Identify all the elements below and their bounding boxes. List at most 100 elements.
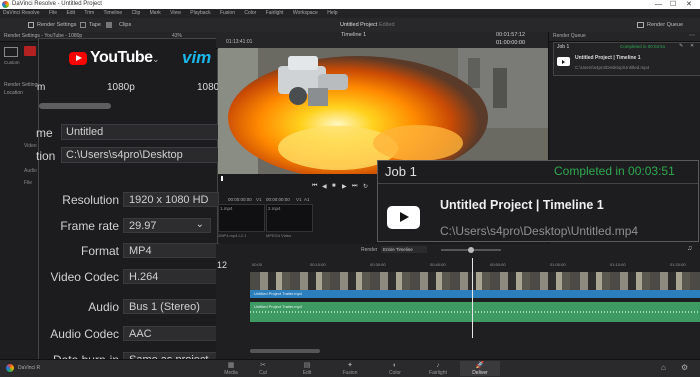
render-settings-toggle[interactable]: Render Settings [37, 18, 76, 32]
menu-item-davinci[interactable]: DaVinci Resolve [3, 10, 40, 16]
render-job-zoom-popup: Job 1 Completed in 00:03:51 Untitled Pro… [377, 160, 699, 242]
toolbar: Render Settings Tape Clips Untitled Proj… [0, 18, 700, 33]
audio-codec-select[interactable]: AAC [123, 326, 219, 341]
menu-item-fairlight[interactable]: Fairlight [266, 10, 284, 16]
clip-2-name: 2.mp4 [268, 206, 281, 211]
source-tc-a: 00:00:00:00 [228, 197, 252, 202]
resolution-select[interactable]: 1920 x 1080 HD [123, 192, 219, 207]
frame-rate-select[interactable]: 29.97 ⌄ [123, 218, 211, 233]
close-button[interactable]: ✕ [686, 0, 692, 9]
video-viewer[interactable] [218, 48, 550, 174]
render-settings-zoom-overlay: YouTube ⌄ vim m 1080p 1080 me Untitled t… [36, 38, 221, 367]
menu-item-workspace[interactable]: Workspace [293, 10, 318, 16]
menu-item-fusion[interactable]: Fusion [220, 10, 235, 16]
home-icon[interactable]: ⌂ [661, 363, 666, 372]
stop-icon[interactable]: ■ [332, 183, 336, 189]
render-job-card[interactable]: Job 1 Completed in 00:03:51 ✎ ✕ Untitled… [553, 42, 700, 76]
settings-gear-icon[interactable]: ⚙ [681, 363, 688, 372]
audio-meter-icon[interactable]: ♫ [687, 245, 692, 252]
go-to-end-icon[interactable]: ⏭ [352, 183, 357, 190]
menu-item-mark[interactable]: Mark [150, 10, 161, 16]
menu-item-playback[interactable]: Playback [190, 10, 210, 16]
youtube-dropdown-chevron-icon[interactable]: ⌄ [152, 54, 160, 65]
page-tab-fairlight[interactable]: ♪ Fairlight [418, 361, 458, 376]
ruler-mark: 01:10:00 [610, 262, 626, 267]
render-queue-toggle[interactable]: Render Queue [647, 18, 683, 32]
menu-bar: DaVinci Resolve File Edit Trim Timeline … [0, 9, 700, 18]
youtube-logo-icon[interactable] [69, 52, 87, 65]
ruler-mark: 00:40:00 [430, 262, 446, 267]
format-select[interactable]: MP4 [123, 243, 219, 258]
minimize-button[interactable]: — [655, 0, 662, 9]
menu-item-timeline[interactable]: Timeline [104, 10, 123, 16]
location-input[interactable]: C:\Users\s4pro\Desktop [61, 147, 221, 163]
playhead-marker[interactable] [221, 176, 223, 181]
project-status: Edited [379, 22, 395, 28]
timeline-playhead[interactable] [472, 258, 473, 338]
job-name: Job 1 [557, 44, 570, 50]
source-track-b: V1 [296, 197, 302, 202]
cut-page-icon: ✂ [260, 362, 266, 369]
menu-item-file[interactable]: File [49, 10, 57, 16]
source-track-a: V1 [256, 197, 262, 202]
menu-item-trim[interactable]: Trim [84, 10, 94, 16]
menu-item-view[interactable]: View [170, 10, 181, 16]
preset-res-left: m [37, 82, 46, 93]
audio-clip[interactable]: Untitled Project Trailer.mp4 [250, 302, 700, 322]
page-tab-cut[interactable]: ✂ Cut [243, 361, 283, 376]
render-settings-icon [28, 22, 34, 28]
go-to-start-icon[interactable]: ⏮ [312, 183, 317, 190]
popup-play-icon[interactable] [387, 206, 420, 229]
audio-select[interactable]: Bus 1 (Stereo) [123, 299, 219, 314]
ruler-mark: 01:00:00 [550, 262, 566, 267]
render-queue-icon [637, 22, 644, 28]
menu-item-clip[interactable]: Clip [132, 10, 141, 16]
audio-clip-label: Untitled Project Trailer.mp4 [254, 304, 303, 309]
render-queue-menu-icon[interactable]: ⋯ [689, 32, 695, 41]
loop-icon[interactable]: ↻ [363, 183, 368, 190]
edit-page-icon: ▤ [303, 362, 311, 369]
format-label: Format [80, 244, 119, 258]
preset-scrollbar[interactable] [39, 103, 111, 109]
timeline-zoom-handle[interactable] [468, 247, 474, 253]
render-range-select[interactable]: Entire Timeline [381, 246, 427, 253]
video-clip-label: Untitled Project Trailer.mp4 [254, 291, 303, 296]
preset-res-vimeo: 1080 [197, 82, 220, 93]
job-play-icon[interactable] [557, 57, 570, 66]
menu-item-help[interactable]: Help [327, 10, 337, 16]
page-navigation-bar: DaVinci Resolve ▦Media ✂Cut ▤Edit ✦Fusio… [0, 359, 700, 377]
vimeo-preset-label[interactable]: vim [182, 48, 211, 68]
timeline-duration: 00:01:57:12 [496, 32, 526, 38]
page-tab-color[interactable]: ◐ Color [375, 361, 415, 376]
reverse-play-icon[interactable]: ◀ [322, 183, 327, 190]
filename-input[interactable]: Untitled [61, 124, 221, 140]
custom-preset-icon[interactable] [4, 47, 18, 57]
app-logo-icon [2, 1, 9, 8]
clips-toggle[interactable]: Clips [119, 18, 131, 32]
timeline-ruler[interactable]: 00:00 00:10:00 00:30:00 00:40:00 00:50:0… [250, 262, 700, 270]
timeline-panel: Render Entire Timeline ♫ 12 00:00 00:10:… [216, 244, 700, 359]
popup-job-path: C:\Users\s4pro\Desktop\Untitled.mp4 [440, 224, 639, 238]
maximize-button[interactable]: ☐ [670, 0, 676, 9]
timeline-selector[interactable]: Timeline 1 [341, 32, 366, 38]
page-tab-deliver-label: Deliver [472, 370, 488, 376]
video-clip[interactable]: Untitled Project Trailer.mp4 [250, 290, 700, 298]
tape-toggle[interactable]: Tape [89, 18, 101, 32]
title-bar: DaVinci Resolve - Untitled Project — ☐ ✕ [0, 0, 700, 9]
page-tab-deliver[interactable]: 🚀 Deliver [460, 361, 500, 376]
viewer-frame [218, 48, 550, 174]
video-thumbnail-track[interactable] [250, 272, 700, 290]
preset-red-icon[interactable] [24, 46, 36, 56]
youtube-preset-label[interactable]: YouTube [90, 49, 153, 67]
video-codec-select[interactable]: H.264 [123, 269, 219, 284]
page-tab-fusion[interactable]: ✦ Fusion [330, 361, 370, 376]
davinci-logo-icon [6, 364, 14, 372]
bg-audio-label: Audio [24, 168, 37, 174]
job-delete-icon[interactable]: ✎ [679, 43, 683, 49]
timeline-scrollbar[interactable] [250, 349, 320, 353]
menu-item-edit[interactable]: Edit [66, 10, 75, 16]
page-tab-edit[interactable]: ▤ Edit [287, 361, 327, 376]
menu-item-color[interactable]: Color [244, 10, 256, 16]
job-close-icon[interactable]: ✕ [690, 43, 694, 49]
play-icon[interactable]: ▶ [342, 183, 347, 190]
